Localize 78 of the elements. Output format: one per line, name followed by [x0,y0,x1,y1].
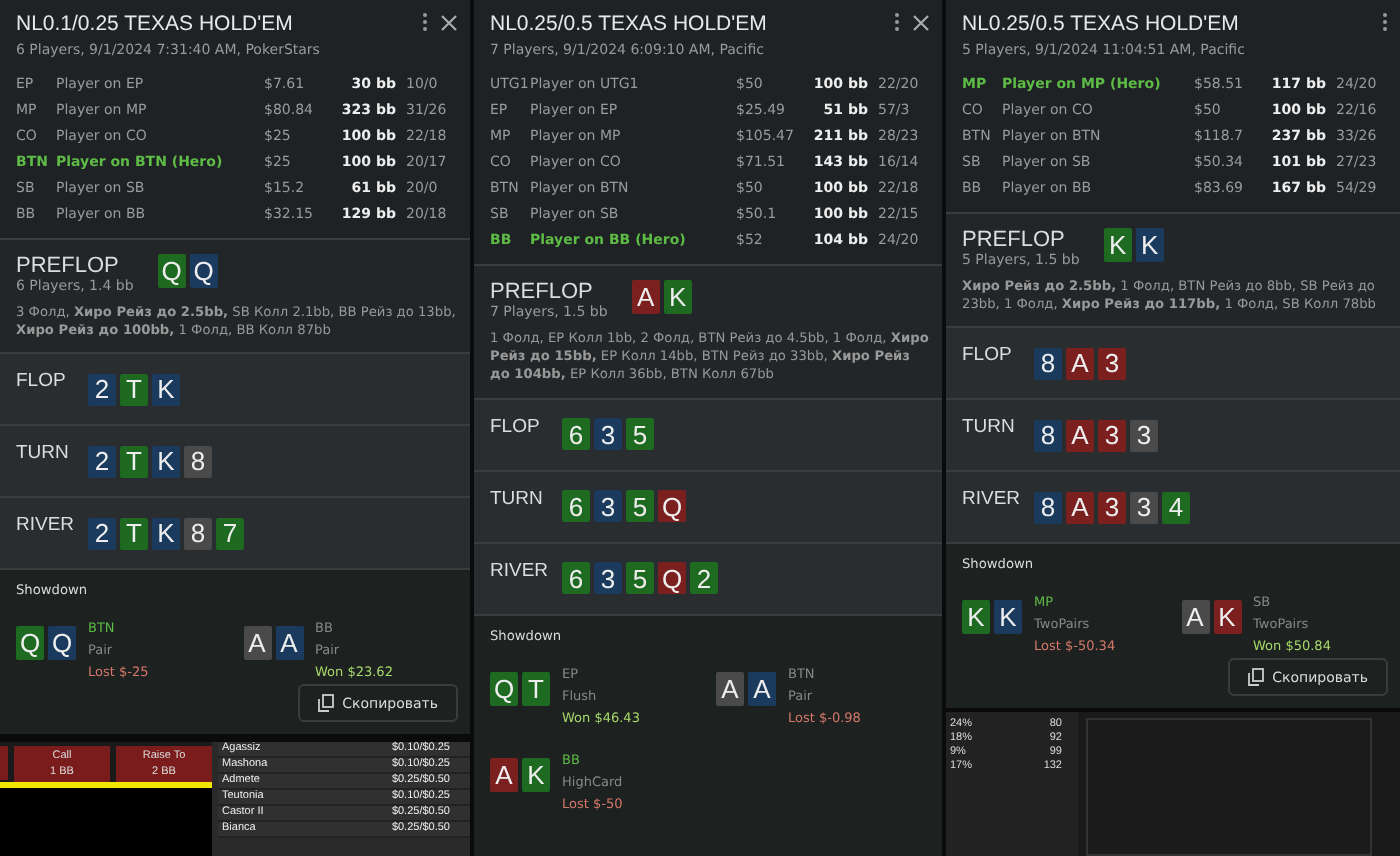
playing-card: Q [48,626,76,661]
playing-card: Q [658,562,686,595]
street-label: RIVER [962,488,1023,511]
street-label: TURN [962,416,1017,439]
playing-card: K [152,517,180,550]
playing-card: 3 [1130,419,1158,452]
street-label: FLOP [962,344,1014,367]
copy-icon [1248,668,1265,687]
playing-card: 6 [562,490,590,523]
playing-card: 6 [562,562,590,595]
hand-title: NL0.25/0.5 TEXAS HOLD'EM [490,12,767,36]
playing-card: K [152,373,180,406]
playing-card: T [120,445,148,478]
playing-card: A [748,671,776,706]
playing-card: T [120,517,148,550]
playing-card: 5 [626,562,654,595]
playing-card: 4 [1162,491,1190,524]
playing-card: K [663,280,692,314]
street-label: FLOP [16,370,68,393]
playing-card: Q [189,254,218,288]
playing-card: A [1066,347,1094,380]
playing-card: 6 [562,418,590,451]
playing-card: K [1135,228,1164,262]
more-options-icon[interactable] [422,12,428,32]
playing-card: K [152,445,180,478]
playing-card: K [962,600,990,635]
playing-card: 3 [1098,347,1126,380]
playing-card: 3 [594,418,622,451]
street-label: RIVER [490,559,551,582]
street-label: FLOP [490,415,542,438]
playing-card: 8 [1034,419,1062,452]
playing-card: 2 [88,517,116,550]
street-label: TURN [16,442,71,465]
playing-card: 8 [184,445,212,478]
playing-card: K [1213,600,1241,635]
more-options-icon[interactable] [894,12,900,32]
playing-card: A [1066,491,1094,524]
street-label: RIVER [16,514,77,537]
playing-card: T [522,671,550,706]
street-label: TURN [490,487,545,510]
playing-card: 5 [626,418,654,451]
close-icon[interactable] [440,13,458,31]
playing-card: A [490,757,518,792]
playing-card: A [243,626,271,661]
playing-card: 8 [1034,491,1062,524]
more-options-icon[interactable] [1382,12,1388,32]
playing-card: T [120,373,148,406]
street-label: PREFLOP [490,280,595,304]
playing-card: A [631,280,660,314]
street-label: PREFLOP [16,254,121,278]
playing-card: 2 [88,445,116,478]
playing-card: 7 [216,517,244,550]
playing-card: Q [157,254,186,288]
playing-card: A [1066,419,1094,452]
playing-card: 3 [1098,491,1126,524]
hand-title: NL0.1/0.25 TEXAS HOLD'EM [16,12,293,36]
playing-card: K [1103,228,1132,262]
playing-card: 2 [690,562,718,595]
playing-card: 3 [594,490,622,523]
playing-card: A [716,671,744,706]
close-icon[interactable] [912,13,930,31]
copy-icon [318,694,335,713]
playing-card: 8 [1034,347,1062,380]
playing-card: Q [16,626,44,661]
playing-card: 3 [1130,491,1158,524]
playing-card: A [1181,600,1209,635]
playing-card: K [522,757,550,792]
playing-card: 8 [184,517,212,550]
playing-card: 3 [594,562,622,595]
playing-card: 3 [1098,419,1126,452]
playing-card: A [275,626,303,661]
hand-title: NL0.25/0.5 TEXAS HOLD'EM [962,12,1239,36]
street-label: PREFLOP [962,228,1067,252]
playing-card: Q [658,490,686,523]
playing-card: K [994,600,1022,635]
playing-card: 2 [88,373,116,406]
playing-card: 5 [626,490,654,523]
playing-card: Q [490,671,518,706]
